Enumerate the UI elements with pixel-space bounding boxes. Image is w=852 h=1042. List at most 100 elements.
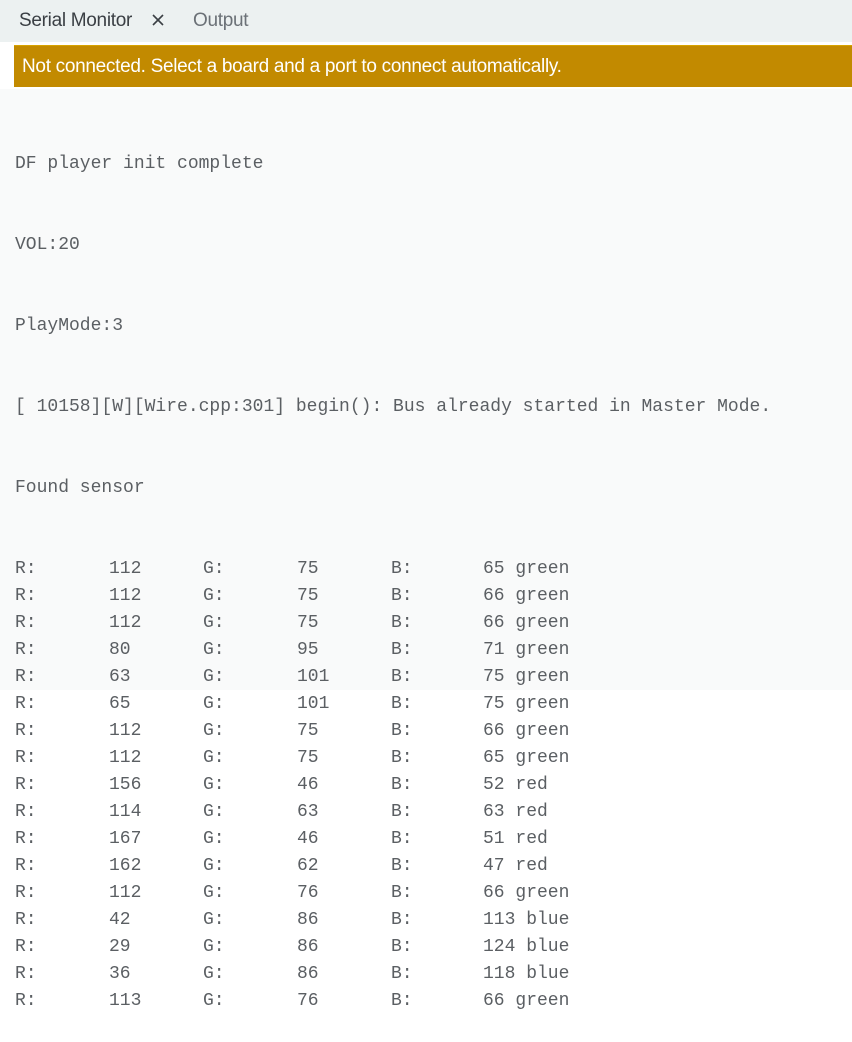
b-label: B: — [391, 829, 413, 849]
sensor-reading-row: R: 112 G: 75 B: 66 green — [15, 610, 852, 637]
b-value: 66 green — [483, 883, 570, 903]
g-value: 75 — [297, 586, 319, 606]
r-value: 80 — [109, 640, 131, 660]
g-value: 95 — [297, 640, 319, 660]
sensor-reading-row: R: 112 G: 75 B: 65 green — [15, 556, 852, 583]
g-value: 101 — [297, 667, 330, 687]
b-label: B: — [391, 667, 413, 687]
g-label: G: — [203, 937, 225, 957]
close-icon[interactable] — [150, 12, 166, 28]
sensor-reading-row: R: 112 G: 75 B: 66 green — [15, 583, 852, 610]
g-value: 86 — [297, 964, 319, 984]
g-label: G: — [203, 802, 225, 822]
r-label: R: — [15, 937, 37, 957]
b-label: B: — [391, 883, 413, 903]
g-label: G: — [203, 748, 225, 768]
b-label: B: — [391, 991, 413, 1011]
b-value: 113 blue — [483, 910, 570, 930]
r-value: 65 — [109, 694, 131, 714]
r-value: 113 — [109, 991, 142, 1011]
r-value: 156 — [109, 775, 142, 795]
r-value: 42 — [109, 910, 131, 930]
b-label: B: — [391, 613, 413, 633]
g-label: G: — [203, 829, 225, 849]
r-label: R: — [15, 964, 37, 984]
g-value: 86 — [297, 910, 319, 930]
g-value: 76 — [297, 991, 319, 1011]
sensor-reading-row: R: 114 G: 63 B: 63 red — [15, 799, 852, 826]
sensor-reading-row: R: 112 G: 75 B: 65 green — [15, 745, 852, 772]
g-value: 75 — [297, 721, 319, 741]
b-value: 65 green — [483, 559, 570, 579]
b-label: B: — [391, 721, 413, 741]
g-label: G: — [203, 991, 225, 1011]
b-value: 75 green — [483, 667, 570, 687]
r-value: 112 — [109, 721, 142, 741]
b-value: 52 red — [483, 775, 548, 795]
sensor-reading-row: R: 63 G: 101 B: 75 green — [15, 664, 852, 691]
b-value: 66 green — [483, 613, 570, 633]
r-value: 112 — [109, 883, 142, 903]
r-value: 167 — [109, 829, 142, 849]
r-label: R: — [15, 748, 37, 768]
g-label: G: — [203, 667, 225, 687]
g-value: 46 — [297, 775, 319, 795]
r-value: 29 — [109, 937, 131, 957]
b-value: 63 red — [483, 802, 548, 822]
g-value: 75 — [297, 613, 319, 633]
serial-output: DF player init complete VOL:20 PlayMode:… — [15, 97, 852, 1042]
b-value: 65 green — [483, 748, 570, 768]
console-line: DF player init complete — [15, 154, 264, 174]
g-value: 62 — [297, 856, 319, 876]
tab-bar: Serial Monitor Output — [0, 0, 852, 42]
b-label: B: — [391, 586, 413, 606]
g-label: G: — [203, 559, 225, 579]
b-label: B: — [391, 775, 413, 795]
sensor-reading-row: R: 167 G: 46 B: 51 red — [15, 826, 852, 853]
r-label: R: — [15, 910, 37, 930]
sensor-reading-row: R: 156 G: 46 B: 52 red — [15, 772, 852, 799]
r-label: R: — [15, 856, 37, 876]
tab-serial-monitor[interactable]: Serial Monitor — [19, 10, 132, 32]
g-label: G: — [203, 640, 225, 660]
b-value: 66 green — [483, 721, 570, 741]
b-value: 66 green — [483, 586, 570, 606]
r-value: 112 — [109, 559, 142, 579]
g-label: G: — [203, 694, 225, 714]
sensor-reading-row: R: 162 G: 62 B: 47 red — [15, 853, 852, 880]
b-label: B: — [391, 748, 413, 768]
b-value: 124 blue — [483, 937, 570, 957]
r-label: R: — [15, 883, 37, 903]
r-value: 63 — [109, 667, 131, 687]
r-label: R: — [15, 829, 37, 849]
b-label: B: — [391, 640, 413, 660]
r-label: R: — [15, 694, 37, 714]
b-value: 71 green — [483, 640, 570, 660]
b-value: 51 red — [483, 829, 548, 849]
g-value: 63 — [297, 802, 319, 822]
r-label: R: — [15, 802, 37, 822]
sensor-reading-row: R: 80 G: 95 B: 71 green — [15, 637, 852, 664]
b-label: B: — [391, 802, 413, 822]
sensor-reading-row: R: 65 G: 101 B: 75 green — [15, 691, 852, 718]
g-value: 76 — [297, 883, 319, 903]
tab-output[interactable]: Output — [193, 10, 249, 32]
console-line: PlayMode:3 — [15, 316, 124, 336]
g-label: G: — [203, 721, 225, 741]
b-value: 47 red — [483, 856, 548, 876]
r-label: R: — [15, 991, 37, 1011]
b-value: 75 green — [483, 694, 570, 714]
b-label: B: — [391, 856, 413, 876]
b-label: B: — [391, 964, 413, 984]
sensor-reading-row: R: 112 G: 76 B: 66 green — [15, 880, 852, 907]
g-label: G: — [203, 883, 225, 903]
r-label: R: — [15, 586, 37, 606]
console-line: VOL:20 — [15, 235, 80, 255]
b-label: B: — [391, 937, 413, 957]
g-label: G: — [203, 586, 225, 606]
r-value: 112 — [109, 613, 142, 633]
r-value: 114 — [109, 802, 142, 822]
g-label: G: — [203, 964, 225, 984]
r-value: 112 — [109, 748, 142, 768]
b-label: B: — [391, 559, 413, 579]
